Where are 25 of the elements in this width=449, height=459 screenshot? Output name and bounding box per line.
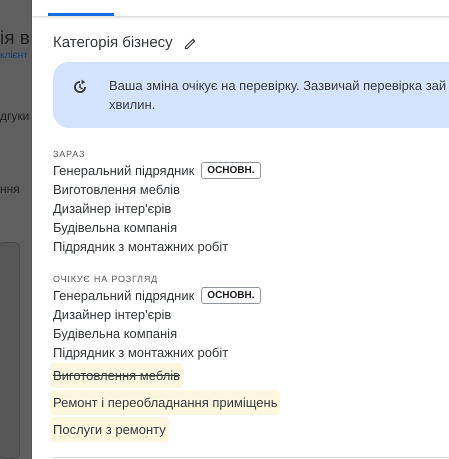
category-item: Підрядник з монтажних робіт (53, 238, 228, 256)
category-item: Підрядник з монтажних робіт (53, 344, 228, 362)
category-item: Ремонт і переобладнання приміщень (50, 390, 280, 415)
link-fragment: клієнт (0, 50, 29, 62)
category-item: Виготовлення меблів (50, 363, 184, 388)
section-heading: ОЧІКУЄ НА РОЗГЛЯД (53, 273, 160, 286)
active-tab-indicator (48, 13, 114, 16)
menu-item-fragment: дгуки (0, 108, 30, 125)
category-item: Будівельна компанія (53, 325, 178, 343)
category-item: Генеральний підрядник (53, 162, 194, 180)
notice-text: Ваша зміна очікує на перевірку. Зазвичай перевірка зай хвилин. (109, 77, 446, 114)
menu-item-fragment: ння (0, 181, 21, 198)
category-item: Послуги з ремонту (50, 417, 169, 442)
primary-tag: ОСНОВН. (201, 162, 261, 179)
category-item: Будівельна компанія (53, 219, 178, 237)
category-item: Дизайнер інтер'єрів (53, 200, 172, 218)
panel-title: Категорія бізнесу (53, 33, 173, 53)
page-title-fragment: ія в (0, 28, 31, 50)
section-heading: ЗАРАЗ (53, 148, 86, 161)
edit-icon[interactable] (182, 36, 198, 50)
category-item: Дизайнер інтер'єрів (53, 306, 172, 324)
category-item: Виготовлення меблів (53, 181, 180, 199)
primary-tag: ОСНОВН. (201, 287, 261, 304)
category-item: Генеральний підрядник (53, 287, 194, 305)
pending-clock-icon (71, 78, 89, 96)
